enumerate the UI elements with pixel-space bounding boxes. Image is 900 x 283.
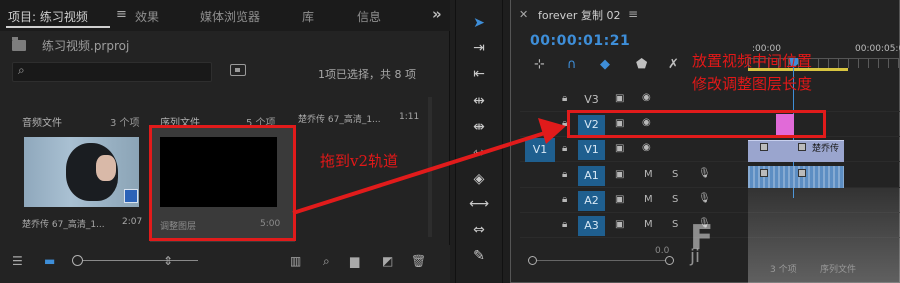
pen-tool-icon[interactable]: ✎	[469, 248, 489, 264]
clear-icon[interactable]: 🗑	[411, 254, 426, 268]
tab-effects[interactable]: 效果	[135, 8, 159, 25]
sync-lock-icon[interactable]: ▣	[615, 169, 624, 180]
project-scrollbar[interactable]	[428, 97, 432, 237]
eye-icon[interactable]: ◉	[642, 142, 651, 153]
slide-tool-icon[interactable]: ⇔	[469, 222, 489, 238]
sync-lock-icon[interactable]: ▣	[615, 219, 624, 230]
folder-icon	[12, 37, 26, 51]
tab-libraries[interactable]: 库	[302, 8, 314, 25]
zoom-slider-handle[interactable]	[72, 255, 83, 266]
mute-toggle[interactable]: M	[644, 169, 653, 180]
selection-tool-icon[interactable]: ➤	[469, 15, 489, 31]
tab-info[interactable]: 信息	[357, 8, 381, 25]
ripple-edit-tool-icon[interactable]: ⇹	[469, 93, 489, 109]
video-clip-label: 楚乔传	[812, 144, 840, 154]
lock-icon[interactable]: 🔒︎	[562, 194, 567, 205]
bin-label: 音频文件	[22, 118, 62, 129]
track-label-v1[interactable]: V1	[578, 140, 605, 160]
find-icon[interactable]	[230, 64, 246, 76]
annotation-line-1: 放置视频中间位置	[692, 52, 813, 70]
eye-icon[interactable]: ◉	[642, 92, 651, 103]
bin-count: 3 个项	[110, 118, 140, 129]
tab-project[interactable]: 项目: 练习视频	[8, 8, 88, 25]
ruler-end-label: 00:00:05:0	[855, 44, 900, 54]
media-badge-icon	[124, 189, 138, 203]
source-patch-v1[interactable]: V1	[525, 138, 555, 162]
wrench-icon[interactable]: ✗	[668, 57, 679, 72]
sync-lock-icon[interactable]: ▣	[615, 143, 624, 154]
footer-bin-label: 序列文件	[820, 265, 857, 275]
fx-badge-icon	[760, 143, 768, 151]
timeline-zoom-scrollbar[interactable]	[537, 260, 665, 261]
lock-icon[interactable]: 🔒︎	[562, 169, 567, 180]
project-file-name: 练习视频.prproj	[42, 39, 130, 53]
sync-lock-icon[interactable]: ▣	[615, 194, 624, 205]
fx-badge-icon	[760, 169, 768, 177]
mute-toggle[interactable]: M	[644, 219, 653, 230]
video-item-duration: 2:07	[122, 217, 143, 227]
sequence-item-duration: 1:11	[399, 112, 420, 122]
list-view-icon[interactable]: ☰	[12, 254, 23, 268]
new-bin-icon[interactable]: ▆	[350, 254, 359, 268]
zoom-slider-track[interactable]	[78, 260, 198, 261]
footer-count-label: 3 个项	[770, 265, 797, 275]
track-label-v3[interactable]: V3	[578, 90, 605, 110]
video-thumbnail[interactable]	[24, 137, 139, 207]
sequence-item-name: 楚乔传 67_高清_1...	[298, 115, 381, 125]
watermark-text: ji	[690, 246, 701, 267]
solo-toggle[interactable]: S	[672, 219, 678, 230]
solo-toggle[interactable]: S	[672, 169, 678, 180]
track-label-a1[interactable]: A1	[578, 166, 605, 186]
slip-tool-icon[interactable]: ⟷	[469, 196, 489, 212]
rate-stretch-tool-icon[interactable]: ⇿	[469, 145, 489, 161]
sync-lock-icon[interactable]: ▣	[615, 93, 624, 104]
razor-tool-icon[interactable]: ◈	[469, 171, 489, 187]
annotation-line-2: 修改调整图层长度	[692, 75, 813, 93]
new-item-icon[interactable]: ◩	[382, 254, 393, 268]
track-label-a2[interactable]: A2	[578, 191, 605, 211]
linked-selection-icon[interactable]: ◆	[600, 57, 610, 72]
figure-face	[96, 155, 116, 181]
close-icon[interactable]: ✕	[519, 8, 528, 21]
fx-badge-icon	[798, 143, 806, 151]
track-select-backward-tool-icon[interactable]: ⇤	[469, 66, 489, 82]
rolling-edit-tool-icon[interactable]: ⇼	[469, 119, 489, 135]
microphone-icon[interactable]: 🎙︎	[698, 193, 711, 204]
hamburger-menu-icon[interactable]: ≡	[628, 7, 638, 21]
solo-toggle[interactable]: S	[672, 194, 678, 205]
active-tab-underline	[6, 26, 110, 28]
microphone-icon[interactable]: 🎙︎	[698, 168, 711, 179]
video-item-name: 楚乔传 67_高清_1...	[22, 220, 105, 230]
automate-to-sequence-icon[interactable]: ▥	[290, 254, 301, 268]
annotation-box-v2-track	[567, 110, 826, 138]
annotation-note-drag: 拖到v2轨道	[320, 152, 399, 170]
nest-sequence-icon[interactable]: ⊹	[534, 57, 545, 72]
double-chevron-right-icon[interactable]: »	[432, 5, 442, 23]
search-icon: ⌕	[18, 63, 25, 77]
track-label-a3[interactable]: A3	[578, 216, 605, 236]
annotation-box-adjustment-layer	[149, 125, 296, 241]
sequence-tab-title[interactable]: forever 复制 02	[538, 7, 620, 23]
track-select-forward-tool-icon[interactable]: ⇥	[469, 40, 489, 56]
timeline-zoom-handle-right[interactable]	[665, 256, 674, 265]
mute-toggle[interactable]: M	[644, 194, 653, 205]
tab-media-browser[interactable]: 媒体浏览器	[200, 8, 260, 25]
find-icon[interactable]: ⌕	[323, 254, 330, 269]
lock-icon[interactable]: 🔒︎	[562, 219, 567, 230]
annotation-note-top: 放置视频中间位置 修改调整图层长度	[692, 50, 812, 96]
icon-view-icon[interactable]: ▬	[44, 254, 55, 268]
fx-badge-icon	[798, 169, 806, 177]
timeline-zoom-handle-left[interactable]	[528, 256, 537, 265]
lock-icon[interactable]: 🔒︎	[562, 143, 567, 154]
selection-status: 1项已选择，共 8 项	[318, 68, 416, 81]
timeline-time-zero: 0.0	[655, 246, 670, 256]
sort-icon[interactable]: ⇕	[163, 254, 173, 268]
playhead-timecode[interactable]: 00:00:01:21	[530, 33, 630, 49]
hamburger-menu-icon[interactable]: ≡	[116, 7, 127, 22]
lock-icon[interactable]: 🔒︎	[562, 93, 567, 104]
add-marker-icon[interactable]: ⬟	[636, 57, 647, 72]
snap-magnet-icon[interactable]: ∩	[567, 57, 577, 72]
search-input[interactable]	[12, 62, 212, 82]
